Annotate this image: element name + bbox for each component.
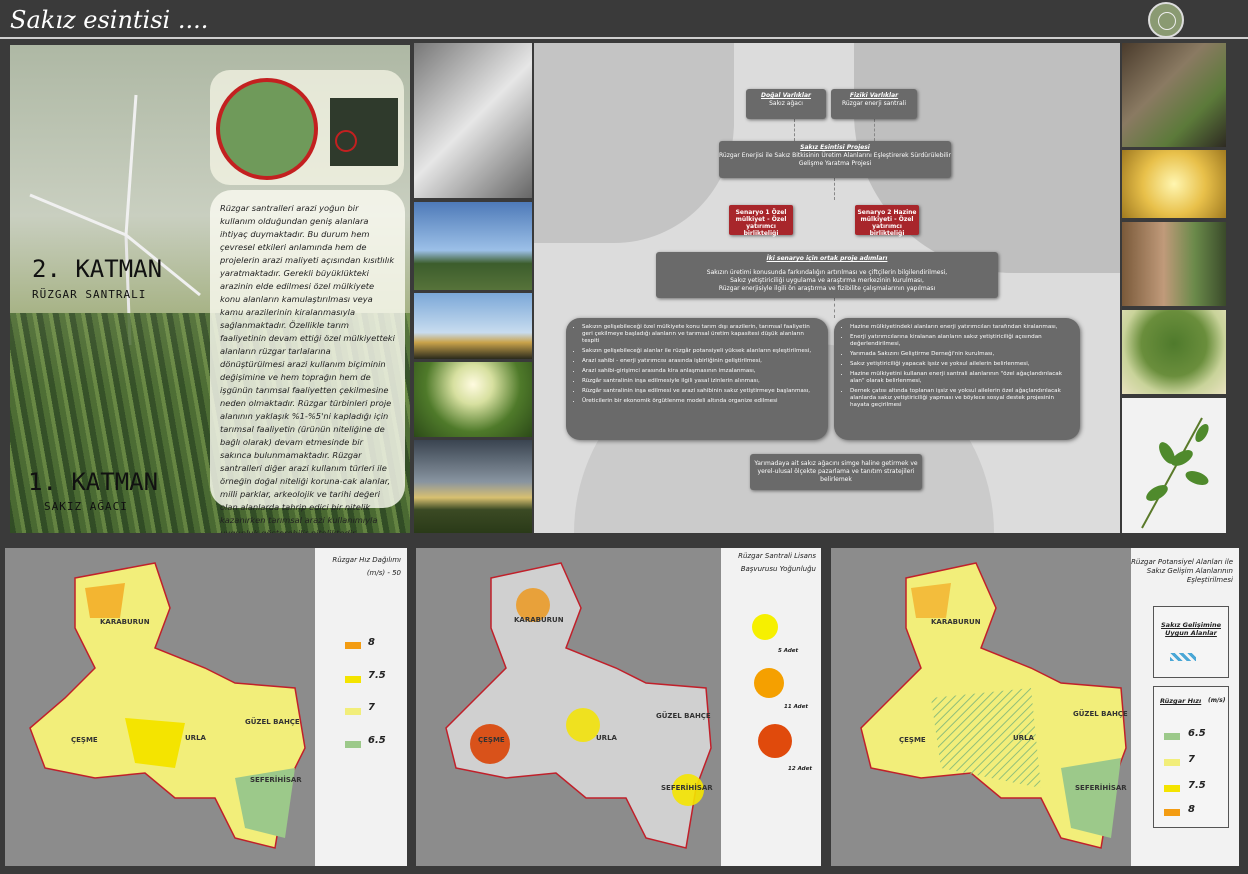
logo-icon	[1148, 2, 1184, 38]
legend-swatch	[345, 708, 361, 715]
natural-assets-box: Doğal Varlıklar Sakız ağacı	[746, 89, 826, 119]
hatch-swatch	[1170, 653, 1196, 661]
wind-speed-map-panel: KARABURUN ÇEŞME URLA GÜZEL BAHÇE SEFERİH…	[5, 548, 407, 866]
layers-panel: Rüzgar santralleri arazi yoğun bir kulla…	[10, 45, 410, 533]
mastic-photo-5	[1122, 398, 1226, 533]
mastic-photo-1	[1122, 43, 1226, 147]
map1-title: Rüzgar Hız Dağılımı (m/s) - 50	[332, 556, 401, 577]
page-title: Sakız esintisi ....	[10, 6, 209, 34]
layer1-title: 1. KATMAN	[28, 468, 159, 496]
legend-swatch	[1164, 759, 1180, 766]
turbine-photo-3	[414, 293, 532, 359]
legend-circle	[758, 724, 792, 758]
matching-map-panel: KARABURUN ÇEŞME URLA GÜZEL BAHÇE SEFERİH…	[831, 548, 1239, 866]
turbine-photo-1	[414, 43, 532, 198]
legend-swatch	[345, 642, 361, 649]
map3-title: Rüzgar Potansiyel Alanları ile Sakız Gel…	[1131, 558, 1233, 584]
final-goal-box: Yarımadaya ait sakız ağacını simge halin…	[750, 454, 922, 490]
scenario1-steps: Sakızın gelişebileceği özel mülkiyete ko…	[566, 318, 828, 440]
leaf-icon	[1141, 417, 1209, 529]
region-highlight	[335, 130, 357, 152]
mastic-photo-3	[1122, 222, 1226, 306]
description-card: Rüzgar santralleri arazi yoğun bir kulla…	[210, 190, 405, 533]
scenario1-box: Senaryo 1 Özel mülkiyet - Özel yatırımcı…	[729, 205, 793, 237]
common-steps-box: İki senaryo için ortak proje adımları Sa…	[656, 252, 998, 298]
density-circle	[470, 724, 510, 764]
layer2-title: 2. KATMAN	[32, 255, 163, 283]
scenario2-steps: Hazine mülkiyetindeki alanların enerji y…	[834, 318, 1080, 440]
matching-map	[860, 562, 1127, 849]
zoom-map	[216, 78, 318, 180]
map2-title: Rüzgar Santrali Lisans Başvurusu Yoğunlu…	[738, 552, 816, 573]
turbine-photo-4	[414, 362, 532, 437]
legend-swatch	[345, 741, 361, 748]
turbine-photo-5	[414, 440, 532, 533]
legend-circle	[752, 614, 778, 640]
scenario2-box: Senaryo 2 Hazine mülkiyeti - Özel yatırı…	[855, 205, 919, 237]
project-box: Sakız Esintisi Projesi Rüzgar Enerjisi i…	[719, 141, 951, 178]
legend-box-mastic: Sakız Gelişimine Uygun Alanlar	[1153, 606, 1229, 678]
description-text: Rüzgar santralleri arazi yoğun bir kulla…	[220, 203, 395, 533]
physical-assets-box: Fiziki Varlıklar Rüzgar enerji santrali	[831, 89, 917, 119]
turbine-photo-2	[414, 202, 532, 290]
mastic-photo-4	[1122, 310, 1226, 394]
legend-swatch	[1164, 733, 1180, 740]
license-density-map	[445, 562, 712, 849]
legend-swatch	[1164, 785, 1180, 792]
density-circle	[566, 708, 600, 742]
legend-swatch	[345, 676, 361, 683]
license-density-map-panel: KARABURUN ÇEŞME URLA GÜZEL BAHÇE SEFERİH…	[416, 548, 821, 866]
legend-circle	[754, 668, 784, 698]
layer1-subtitle: SAKIZ AĞACI	[44, 500, 128, 513]
header-divider	[0, 37, 1248, 39]
location-map-card	[210, 70, 404, 185]
legend-box-wind: Rüzgar Hızı (m/s) 6.5 7 7.5 8	[1153, 686, 1229, 828]
project-diagram: Doğal Varlıklar Sakız ağacı Fiziki Varlı…	[534, 43, 1120, 533]
legend-swatch	[1164, 809, 1180, 816]
layer2-subtitle: RÜZGAR SANTRALI	[32, 288, 147, 301]
wind-speed-map	[29, 562, 306, 849]
mastic-photo-2	[1122, 150, 1226, 218]
